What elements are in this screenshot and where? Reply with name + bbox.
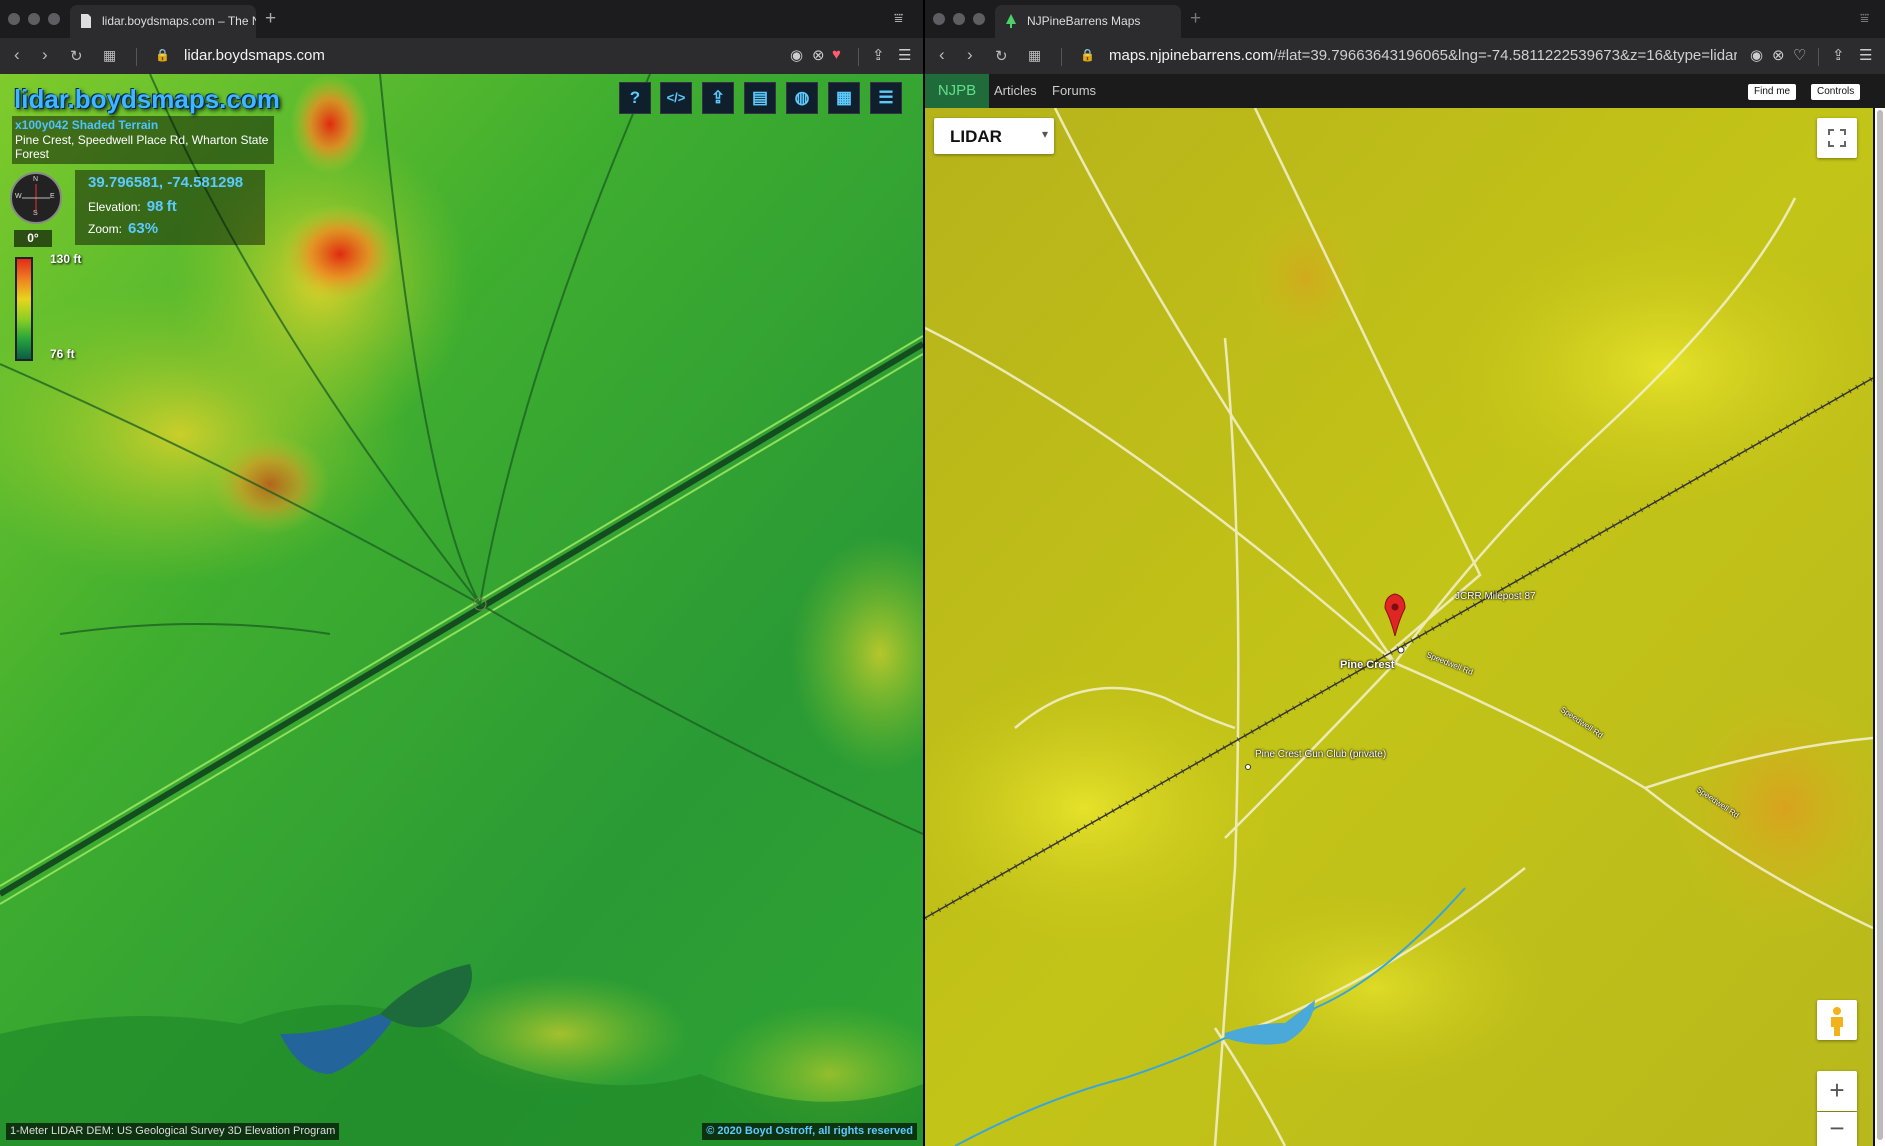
tab-title: lidar.boydsmaps.com – The N (102, 14, 256, 28)
tab-overview-icon[interactable]: ⩸ (1860, 10, 1869, 27)
grid-icon[interactable]: ▦ (828, 82, 860, 114)
njpb-map[interactable]: Pine Crest JCRR Milepost 87 Pine Crest G… (925, 108, 1873, 1146)
globe-icon[interactable]: ◍ (786, 82, 818, 114)
lock-icon: 🔒 (1080, 48, 1095, 62)
left-browser-window: lidar.boydsmaps.com – The N + ⩸ ‹ › ↻ ▦ … (0, 0, 923, 1146)
zoom-out-button[interactable]: − (1817, 1112, 1857, 1146)
browser-tab[interactable]: lidar.boydsmaps.com – The N (70, 5, 256, 38)
layer-select[interactable]: LIDAR ▾ (934, 118, 1054, 154)
controls-button[interactable]: Controls (1811, 84, 1861, 100)
fullscreen-button[interactable] (1817, 118, 1857, 158)
settings-sliders-icon[interactable]: ☰ (870, 82, 902, 114)
help-icon[interactable]: ? (619, 82, 651, 114)
new-tab-icon[interactable]: + (1190, 8, 1201, 30)
nav-articles-link[interactable]: Articles (994, 83, 1037, 98)
map-label-milepost: JCRR Milepost 87 (1455, 591, 1536, 602)
block-icon[interactable]: ⊗ (812, 46, 825, 64)
compass-icon[interactable]: N E S W (10, 172, 62, 224)
reload-icon[interactable]: ↻ (995, 47, 1008, 65)
camera-icon[interactable]: ◉ (790, 46, 803, 64)
site-navbar: NJPB Articles Forums Find me Controls (925, 74, 1885, 108)
extensions-grid-icon[interactable]: ▦ (1028, 47, 1041, 64)
share-icon[interactable]: ⇪ (1832, 46, 1845, 64)
legend-max-label: 130 ft (50, 252, 82, 266)
browser-tab[interactable]: NJPineBarrens Maps (995, 5, 1181, 38)
fullscreen-icon (1828, 129, 1846, 147)
chevron-down-icon: ▾ (1041, 127, 1048, 141)
close-window-button[interactable] (933, 13, 945, 25)
scrollbar-thumb[interactable] (1877, 110, 1883, 1140)
share-icon[interactable]: ⇪ (702, 82, 734, 114)
location-name: Pine Crest, Speedwell Place Rd, Wharton … (15, 133, 269, 161)
forward-icon[interactable]: › (42, 45, 48, 65)
new-tab-icon[interactable]: + (265, 8, 276, 30)
tab-overview-icon[interactable]: ⩸ (894, 10, 903, 27)
embed-code-icon[interactable]: </> (660, 82, 692, 114)
heart-icon[interactable]: ♡ (1793, 46, 1806, 64)
tab-title: NJPineBarrens Maps (1027, 14, 1141, 28)
tab-bar: NJPineBarrens Maps + ⩸ (925, 0, 1885, 38)
minimize-window-button[interactable] (953, 13, 965, 25)
layer-select-value: LIDAR (950, 127, 1002, 146)
location-info-box: x100y042 Shaded Terrain Pine Crest, Spee… (12, 116, 274, 164)
elevation-legend (15, 257, 33, 361)
find-me-button[interactable]: Find me (1748, 84, 1797, 100)
heading-readout: 0° (14, 230, 52, 247)
legend-min-label: 76 ft (50, 347, 75, 361)
right-browser-window: NJPineBarrens Maps + ⩸ ‹ › ↻ ▦ 🔒 maps.nj… (925, 0, 1885, 1146)
back-icon[interactable]: ‹ (14, 45, 20, 65)
tab-bar: lidar.boydsmaps.com – The N + ⩸ (0, 0, 923, 38)
menu-icon[interactable]: ☰ (898, 46, 911, 64)
forward-icon[interactable]: › (967, 45, 973, 65)
elevation-readout: Elevation: 98 ft (88, 198, 177, 215)
copyright-notice: © 2020 Boyd Ostroff, all rights reserved (702, 1123, 917, 1140)
map-label-gun-club: Pine Crest Gun Club (private) (1255, 749, 1387, 760)
lock-icon: 🔒 (155, 48, 170, 62)
nav-forums-link[interactable]: Forums (1052, 83, 1096, 98)
share-icon[interactable]: ⇪ (872, 46, 885, 64)
data-source-credit[interactable]: 1-Meter LIDAR DEM: US Geological Survey … (6, 1123, 340, 1140)
heart-icon[interactable]: ♥ (832, 46, 841, 63)
zoom-readout: Zoom: 63% (88, 220, 159, 237)
address-toolbar: ‹ › ↻ ▦ 🔒 maps.njpinebarrens.com/#lat=39… (925, 38, 1885, 74)
address-bar[interactable]: lidar.boydsmaps.com (184, 47, 325, 64)
address-toolbar: ‹ › ↻ ▦ 🔒 lidar.boydsmaps.com ◉ ⊗ ♥ ⇪ ☰ (0, 38, 923, 74)
extensions-grid-icon[interactable]: ▦ (103, 47, 116, 64)
maximize-window-button[interactable] (48, 13, 60, 25)
pegman-icon (1831, 1007, 1843, 1036)
back-icon[interactable]: ‹ (939, 45, 945, 65)
block-icon[interactable]: ⊗ (1772, 46, 1785, 64)
zoom-in-button[interactable]: + (1817, 1071, 1857, 1111)
coordinate-panel: 39.796581, -74.581298 Elevation: 98 ft Zo… (75, 170, 265, 245)
minimize-window-button[interactable] (28, 13, 40, 25)
document-icon[interactable]: ▤ (744, 82, 776, 114)
coordinates-readout: 39.796581, -74.581298 (88, 174, 244, 191)
reload-icon[interactable]: ↻ (70, 47, 83, 65)
street-view-pegman-button[interactable] (1817, 1000, 1857, 1040)
close-window-button[interactable] (8, 13, 20, 25)
address-bar[interactable]: maps.njpinebarrens.com/#lat=39.796636431… (1109, 47, 1737, 64)
camera-icon[interactable]: ◉ (1750, 46, 1763, 64)
site-logo[interactable]: lidar.boydsmaps.com (14, 84, 280, 115)
layer-name: x100y042 Shaded Terrain (15, 118, 159, 132)
document-icon (81, 14, 91, 28)
menu-icon[interactable]: ☰ (1859, 46, 1872, 64)
pine-tree-icon (1006, 14, 1016, 28)
map-label-place: Pine Crest (1340, 659, 1395, 671)
maximize-window-button[interactable] (973, 13, 985, 25)
njpb-logo[interactable]: NJPB (925, 74, 989, 108)
